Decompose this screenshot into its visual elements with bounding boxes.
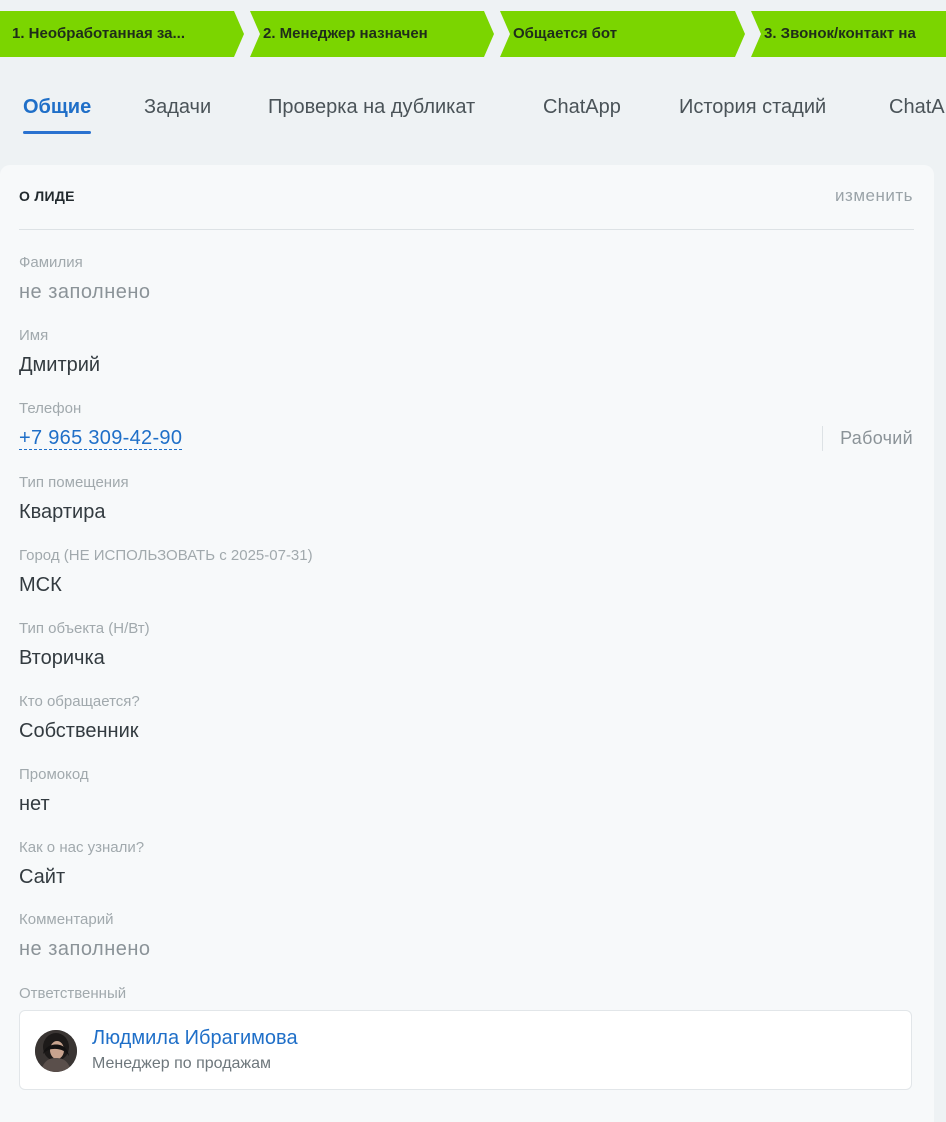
edit-button[interactable]: изменить <box>835 186 913 206</box>
stage-pipeline: 1. Необработанная за... 2. Менеджер назн… <box>0 11 946 57</box>
field-value-comment: не заполнено <box>19 938 151 960</box>
phone-type: Рабочий <box>840 428 913 448</box>
stage-manager-assigned[interactable]: 2. Менеджер назначен <box>250 11 494 57</box>
tab-stage-history[interactable]: История стадий <box>679 88 826 126</box>
field-label-object-type: Тип объекта (Н/Вт) <box>19 620 150 637</box>
field-value-name: Дмитрий <box>19 354 101 376</box>
responsible-role: Менеджер по продажам <box>92 1055 272 1072</box>
field-label-room-type: Тип помещения <box>19 474 129 491</box>
tab-chatapp[interactable]: ChatApp <box>543 88 621 126</box>
field-label-promo: Промокод <box>19 766 89 783</box>
phone-separator <box>822 426 823 451</box>
tab-tasks[interactable]: Задачи <box>144 88 211 126</box>
stage-unprocessed[interactable]: 1. Необработанная за... <box>0 11 244 57</box>
divider <box>19 229 914 230</box>
field-label-surname: Фамилия <box>19 254 83 271</box>
field-value-city: МСК <box>19 574 62 596</box>
responsible-card[interactable]: Людмила Ибрагимова Менеджер по продажам <box>19 1010 912 1090</box>
tab-duplicate-check[interactable]: Проверка на дубликат <box>268 88 475 126</box>
field-label-city: Город (НЕ ИСПОЛЬЗОВАТЬ с 2025-07-31) <box>19 547 313 564</box>
field-value-surname: не заполнено <box>19 281 151 303</box>
avatar-image <box>35 1030 77 1072</box>
field-label-comment: Комментарий <box>19 911 114 928</box>
field-label-source: Как о нас узнали? <box>19 839 145 856</box>
lead-info-card: О ЛИДЕ изменить Фамилия не заполнено Имя… <box>0 165 934 1122</box>
field-value-object-type: Вторичка <box>19 647 105 669</box>
stage-bot-chatting[interactable]: Общается бот <box>500 11 745 57</box>
tab-general[interactable]: Общие <box>23 88 92 134</box>
avatar[interactable] <box>35 1030 77 1072</box>
tab-chata[interactable]: ChatA <box>889 88 945 126</box>
stage-call-contact[interactable]: 3. Звонок/контакт на <box>751 11 946 57</box>
tab-bar: Общие Задачи Проверка на дубликат ChatAp… <box>0 88 946 138</box>
field-label-phone: Телефон <box>19 400 82 417</box>
field-label-who: Кто обращается? <box>19 693 140 710</box>
field-label-name: Имя <box>19 327 49 344</box>
field-label-responsible: Ответственный <box>19 985 127 1002</box>
field-value-room-type: Квартира <box>19 501 106 523</box>
phone-link[interactable]: +7 965 309-42-90 <box>19 427 183 450</box>
responsible-name[interactable]: Людмила Ибрагимова <box>92 1027 298 1050</box>
field-value-promo: нет <box>19 793 50 815</box>
section-title: О ЛИДЕ <box>19 188 75 204</box>
field-value-who: Собственник <box>19 720 139 742</box>
field-value-source: Сайт <box>19 866 66 888</box>
